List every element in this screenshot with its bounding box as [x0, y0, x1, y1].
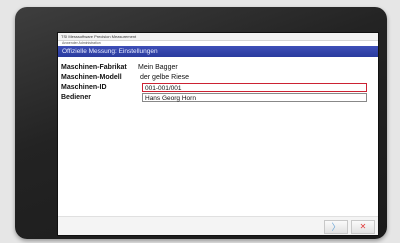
- page-title: Offizielle Messung: Einstellungen: [58, 46, 378, 57]
- maschinen-modell-label: Maschinen-Modell: [61, 74, 122, 81]
- close-icon: ✕: [359, 222, 367, 231]
- tablet-bezel: TSI Messsoftware Precision Measurement A…: [15, 7, 387, 239]
- form-row-modell: Maschinen-Modell der gelbe Riese: [61, 73, 377, 83]
- maschinen-modell-value[interactable]: der gelbe Riese: [140, 73, 189, 83]
- maschinen-fabrikat-value[interactable]: Mein Bagger: [138, 63, 178, 73]
- window-title-bar: TSI Messsoftware Precision Measurement: [58, 33, 378, 41]
- bottom-toolbar: 〉 ✕: [58, 216, 378, 235]
- cancel-button[interactable]: ✕: [351, 220, 375, 234]
- maschinen-id-label: Maschinen-ID: [61, 84, 107, 91]
- chevron-right-icon: 〉: [331, 222, 341, 232]
- bediener-input[interactable]: Hans Georg Horn: [142, 93, 367, 102]
- maschinen-id-input[interactable]: 001-001/001: [142, 83, 367, 92]
- bediener-label: Bediener: [61, 94, 91, 101]
- app-window: TSI Messsoftware Precision Measurement A…: [57, 32, 379, 236]
- form-row-id: Maschinen-ID 001-001/001: [61, 83, 377, 93]
- settings-form: Maschinen-Fabrikat Mein Bagger Maschinen…: [61, 63, 377, 103]
- maschinen-fabrikat-label: Maschinen-Fabrikat: [61, 64, 127, 71]
- form-row-fabrikat: Maschinen-Fabrikat Mein Bagger: [61, 63, 377, 73]
- next-button[interactable]: 〉: [324, 220, 348, 234]
- form-row-bediener: Bediener Hans Georg Horn: [61, 93, 377, 103]
